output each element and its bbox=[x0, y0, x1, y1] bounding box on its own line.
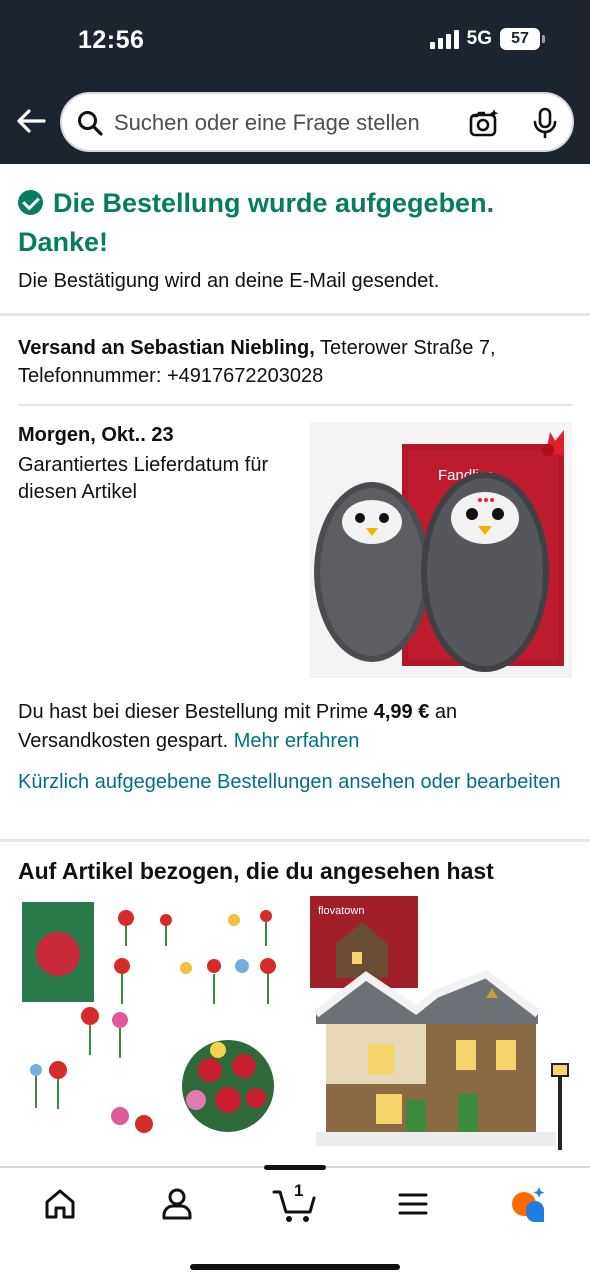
status-time: 12:56 bbox=[78, 26, 145, 54]
bottom-navigation: 1 bbox=[0, 1165, 590, 1280]
menu-icon[interactable] bbox=[393, 1184, 433, 1224]
related-product-image-house[interactable]: flovatown bbox=[306, 894, 582, 1166]
learn-more-link[interactable]: Mehr erfahren bbox=[234, 730, 360, 752]
search-bar[interactable] bbox=[60, 92, 574, 152]
savings-amount: 4,99 € bbox=[373, 701, 430, 723]
divider bbox=[0, 839, 590, 842]
camera-search-icon[interactable] bbox=[468, 107, 500, 139]
product-image[interactable]: Fandliss bbox=[310, 422, 572, 678]
related-product-image-flowers[interactable] bbox=[18, 894, 296, 1166]
shipping-phone: Telefonnummer: +4917672203028 bbox=[18, 365, 324, 387]
search-input[interactable] bbox=[114, 108, 454, 138]
back-arrow-icon[interactable] bbox=[14, 104, 48, 138]
header: 12:56 5G 57 bbox=[0, 0, 590, 164]
search-icon bbox=[78, 111, 103, 136]
related-product-brand: flovatown bbox=[318, 905, 364, 917]
delivery-note: Garantiertes Lieferdatum für diesen Arti… bbox=[18, 454, 269, 503]
cart-count: 1 bbox=[294, 1181, 304, 1200]
shipping-label: Versand an Sebastian Niebling, bbox=[18, 337, 315, 359]
home-icon[interactable] bbox=[40, 1184, 80, 1224]
shipping-address: Versand an Sebastian Niebling, Teterower… bbox=[18, 334, 574, 390]
email-confirmation-note: Die Bestätigung wird an deine E-Mail ges… bbox=[18, 270, 440, 292]
related-heading: Auf Artikel bezogen, die du angesehen ha… bbox=[18, 858, 494, 884]
recent-orders-link[interactable]: Kürzlich aufgegebene Bestellungen ansehe… bbox=[18, 768, 574, 796]
delivery-date: Morgen, Okt.. 23 bbox=[18, 424, 174, 446]
order-confirmation: Die Bestellung wurde aufgegeben. Danke! bbox=[18, 184, 574, 262]
shipping-street: Teterower Straße 7, bbox=[319, 337, 496, 359]
divider bbox=[0, 313, 590, 316]
rufus-assistant-icon[interactable] bbox=[508, 1184, 548, 1224]
active-tab-indicator bbox=[264, 1165, 326, 1170]
prime-savings: Du hast bei dieser Bestellung mit Prime … bbox=[18, 701, 458, 752]
divider bbox=[18, 404, 572, 406]
status-indicators: 5G 57 bbox=[429, 28, 545, 50]
battery-icon: 57 bbox=[500, 28, 545, 50]
signal-icon bbox=[429, 29, 459, 49]
network-type: 5G bbox=[466, 28, 492, 49]
microphone-icon[interactable] bbox=[530, 107, 560, 139]
home-indicator bbox=[190, 1264, 400, 1270]
confirmation-title: Die Bestellung wurde aufgegeben. Danke! bbox=[18, 188, 495, 257]
check-circle-icon bbox=[18, 190, 43, 215]
account-icon[interactable] bbox=[157, 1184, 197, 1224]
